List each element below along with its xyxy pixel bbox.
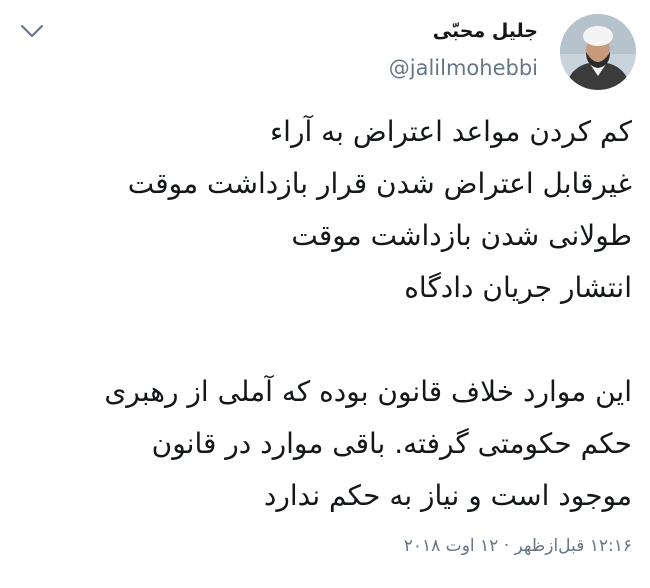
- chevron-down-icon[interactable]: [20, 22, 44, 40]
- tweet-timestamp[interactable]: ۱۲:۱۶ قبل‌ازظهر · ۱۲ اوت ۲۰۱۸: [404, 536, 632, 556]
- tweet-line: حکم حکومتی گرفته. باقی موارد در قانون: [151, 427, 632, 460]
- avatar[interactable]: [560, 14, 636, 90]
- tweet-text: کم کردن مواعد اعتراض به آراء غیرقابل اعت…: [12, 106, 632, 522]
- author-name[interactable]: جلیل محبّی: [433, 20, 538, 42]
- author-handle[interactable]: @jalilmohebbi: [389, 56, 538, 80]
- tweet-line: انتشار جریان دادگاه: [404, 271, 632, 304]
- tweet-line: این موارد خلاف قانون بوده که آملی از رهب…: [104, 375, 632, 408]
- tweet-line: موجود است و نیاز به حکم ندارد: [263, 479, 632, 512]
- tweet-line: کم کردن مواعد اعتراض به آراء: [270, 115, 632, 148]
- tweet-line: غیرقابل اعتراض شدن قرار بازداشت موقت: [127, 167, 632, 200]
- tweet-line: طولانی شدن بازداشت موقت: [291, 219, 632, 252]
- tweet-card: جلیل محبّی @jalilmohebbi کم کردن مواعد ا…: [0, 0, 650, 588]
